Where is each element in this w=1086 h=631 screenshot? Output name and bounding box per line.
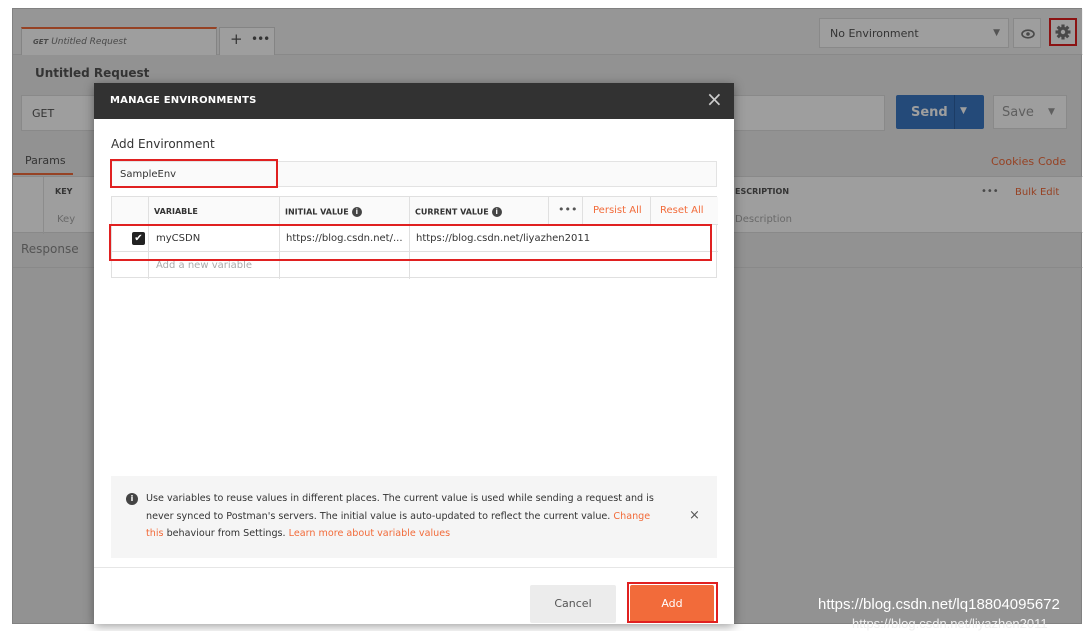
initial-value-column-header: INITIAL VALUE i: [285, 207, 362, 217]
table-row: Add a new variable: [112, 253, 718, 279]
add-environment-heading: Add Environment: [111, 137, 215, 151]
cancel-button[interactable]: Cancel: [530, 585, 616, 623]
variable-enabled-checkbox[interactable]: ✔: [132, 232, 145, 245]
info-icon[interactable]: i: [491, 207, 502, 217]
info-icon[interactable]: i: [351, 207, 362, 217]
info-notice: i Use variables to reuse values in diffe…: [111, 476, 717, 558]
add-button[interactable]: Add: [630, 585, 714, 623]
column-divider: [650, 197, 651, 225]
persist-all-button[interactable]: Persist All: [593, 205, 642, 216]
variable-name-cell[interactable]: myCSDN: [156, 233, 200, 244]
close-icon[interactable]: ×: [706, 89, 723, 109]
environment-name-input[interactable]: SampleEnv: [111, 161, 717, 187]
initial-value-header-label: INITIAL VALUE: [285, 207, 349, 217]
watermark: https://blog.csdn.net/lq18804095672: [818, 596, 1060, 613]
current-value-header-label: CURRENT VALUE: [415, 207, 489, 217]
initial-value-cell[interactable]: https://blog.csdn.net/...: [286, 233, 403, 244]
notice-text-part: behaviour from Settings.: [163, 528, 289, 539]
close-icon[interactable]: ×: [689, 508, 700, 523]
columns-more-button[interactable]: •••: [558, 203, 577, 216]
info-notice-text: Use variables to reuse values in differe…: [146, 490, 666, 543]
notice-text-part: Use variables to reuse values in differe…: [146, 493, 654, 522]
modal-header: MANAGE ENVIRONMENTS ×: [94, 83, 734, 119]
table-row: ✔ myCSDN https://blog.csdn.net/... https…: [112, 226, 718, 252]
add-variable-input[interactable]: Add a new variable: [156, 260, 252, 271]
column-divider: [548, 197, 549, 225]
divider: [94, 567, 734, 568]
current-value-column-header: CURRENT VALUE i: [415, 207, 502, 217]
variables-table-header: VARIABLE INITIAL VALUE i CURRENT VALUE i •…: [112, 197, 718, 225]
learn-more-link[interactable]: Learn more about variable values: [289, 528, 450, 539]
column-divider: [582, 197, 583, 225]
variables-table: VARIABLE INITIAL VALUE i CURRENT VALUE i •…: [111, 196, 718, 279]
manage-environments-modal: MANAGE ENVIRONMENTS × Add Environment Sa…: [94, 83, 734, 624]
info-icon: i: [126, 493, 138, 505]
variable-column-header: VARIABLE: [154, 207, 198, 216]
current-value-cell[interactable]: https://blog.csdn.net/liyazhen2011: [416, 233, 590, 244]
modal-title: MANAGE ENVIRONMENTS: [110, 95, 257, 106]
reset-all-button[interactable]: Reset All: [660, 205, 704, 216]
